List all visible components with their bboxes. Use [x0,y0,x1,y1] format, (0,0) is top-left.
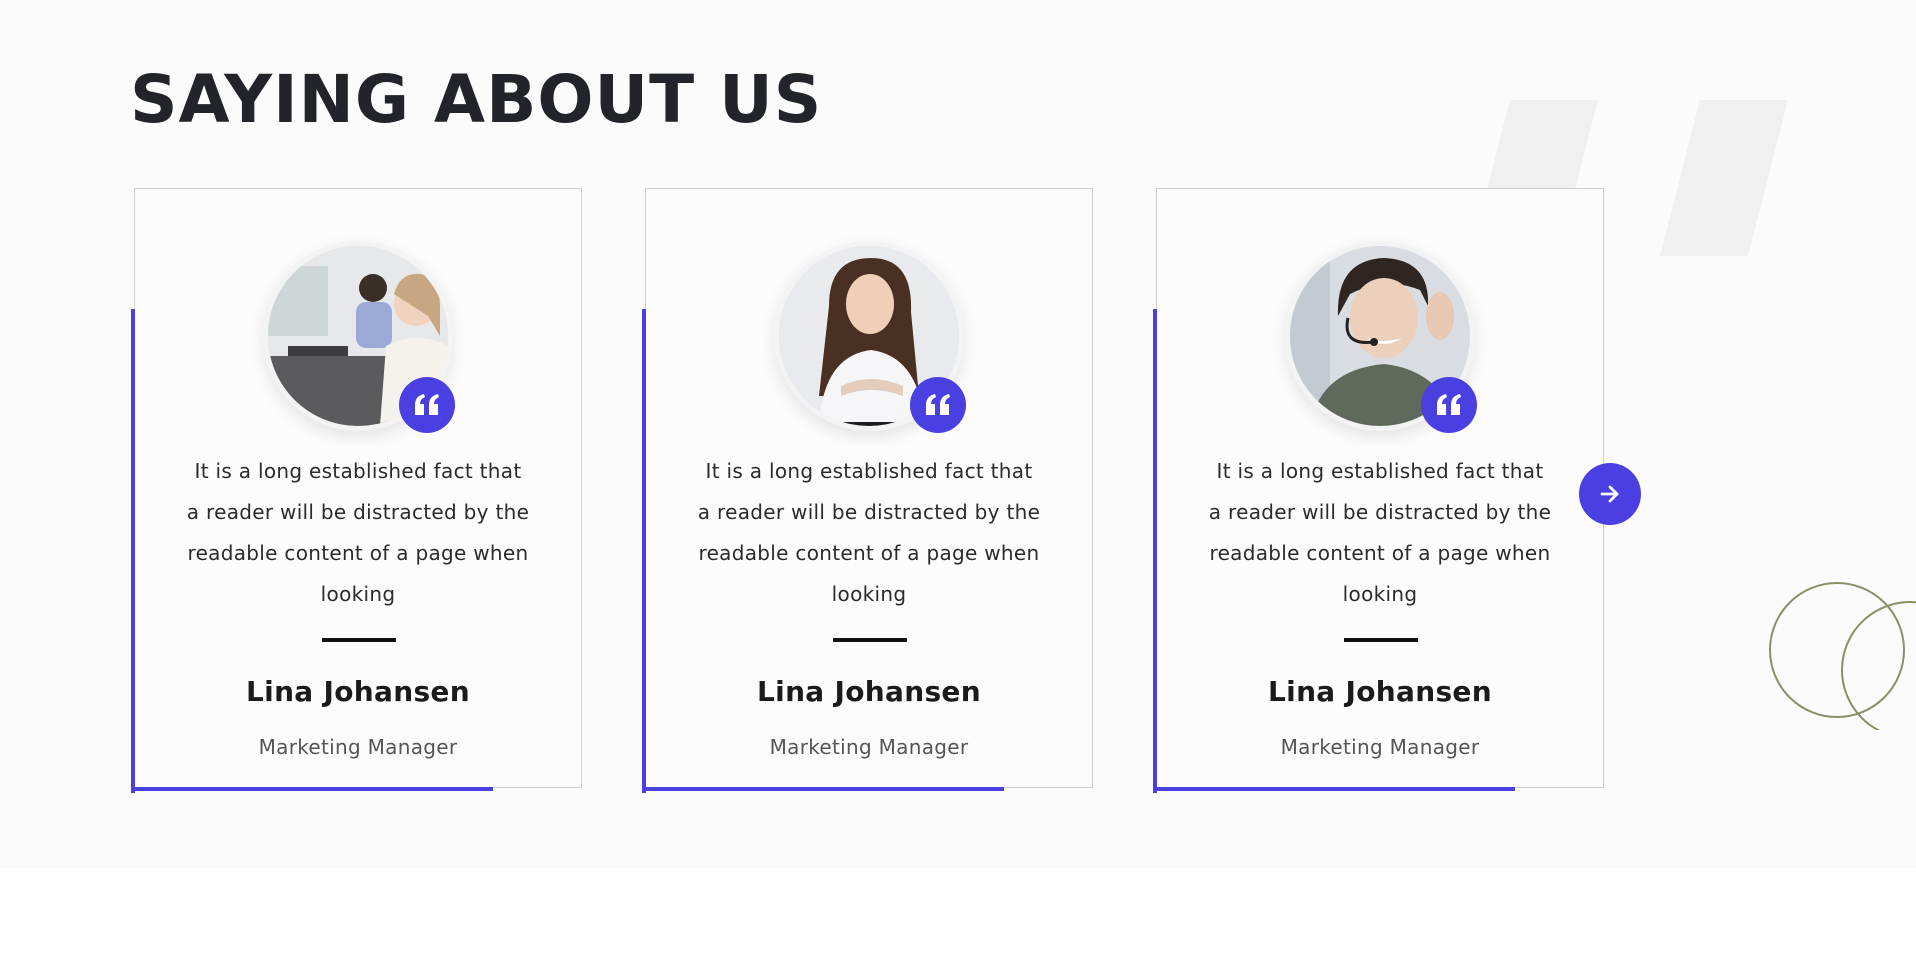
next-testimonial-button[interactable] [1579,463,1641,525]
arrow-right-icon [1600,485,1619,503]
testimonial-name: Lina Johansen [757,675,981,708]
testimonial-quote: It is a long established fact that a rea… [186,459,530,606]
testimonial-role: Marketing Manager [769,735,969,759]
quote-badge [1421,377,1477,433]
testimonial-card: It is a long established fact that a rea… [642,188,1093,793]
quote-badge [399,377,455,433]
card-accent-bottom [131,787,493,791]
card-accent-left [1153,309,1157,793]
divider [1344,638,1418,642]
quote-icon [926,394,950,415]
card-accent-left [642,309,646,793]
section-title: SAYING ABOUT US [130,61,823,138]
quote-icon [415,394,439,415]
divider [322,638,396,642]
testimonial-card: It is a long established fact that a rea… [1153,188,1604,793]
testimonial-role: Marketing Manager [258,735,458,759]
testimonial-name: Lina Johansen [1268,675,1492,708]
testimonials-section: SAYING ABOUT US It is a long established… [0,0,1916,868]
testimonial-name: Lina Johansen [246,675,470,708]
card-accent-bottom [642,787,1004,791]
testimonial-quote: It is a long established fact that a rea… [697,459,1041,606]
testimonial-role: Marketing Manager [1280,735,1480,759]
card-accent-bottom [1153,787,1515,791]
decorative-circles [1769,582,1916,730]
testimonial-card: It is a long established fact that a rea… [131,188,582,793]
quote-badge [910,377,966,433]
card-accent-left [131,309,135,793]
divider [833,638,907,642]
testimonial-quote: It is a long established fact that a rea… [1208,459,1552,606]
quote-icon [1437,394,1461,415]
